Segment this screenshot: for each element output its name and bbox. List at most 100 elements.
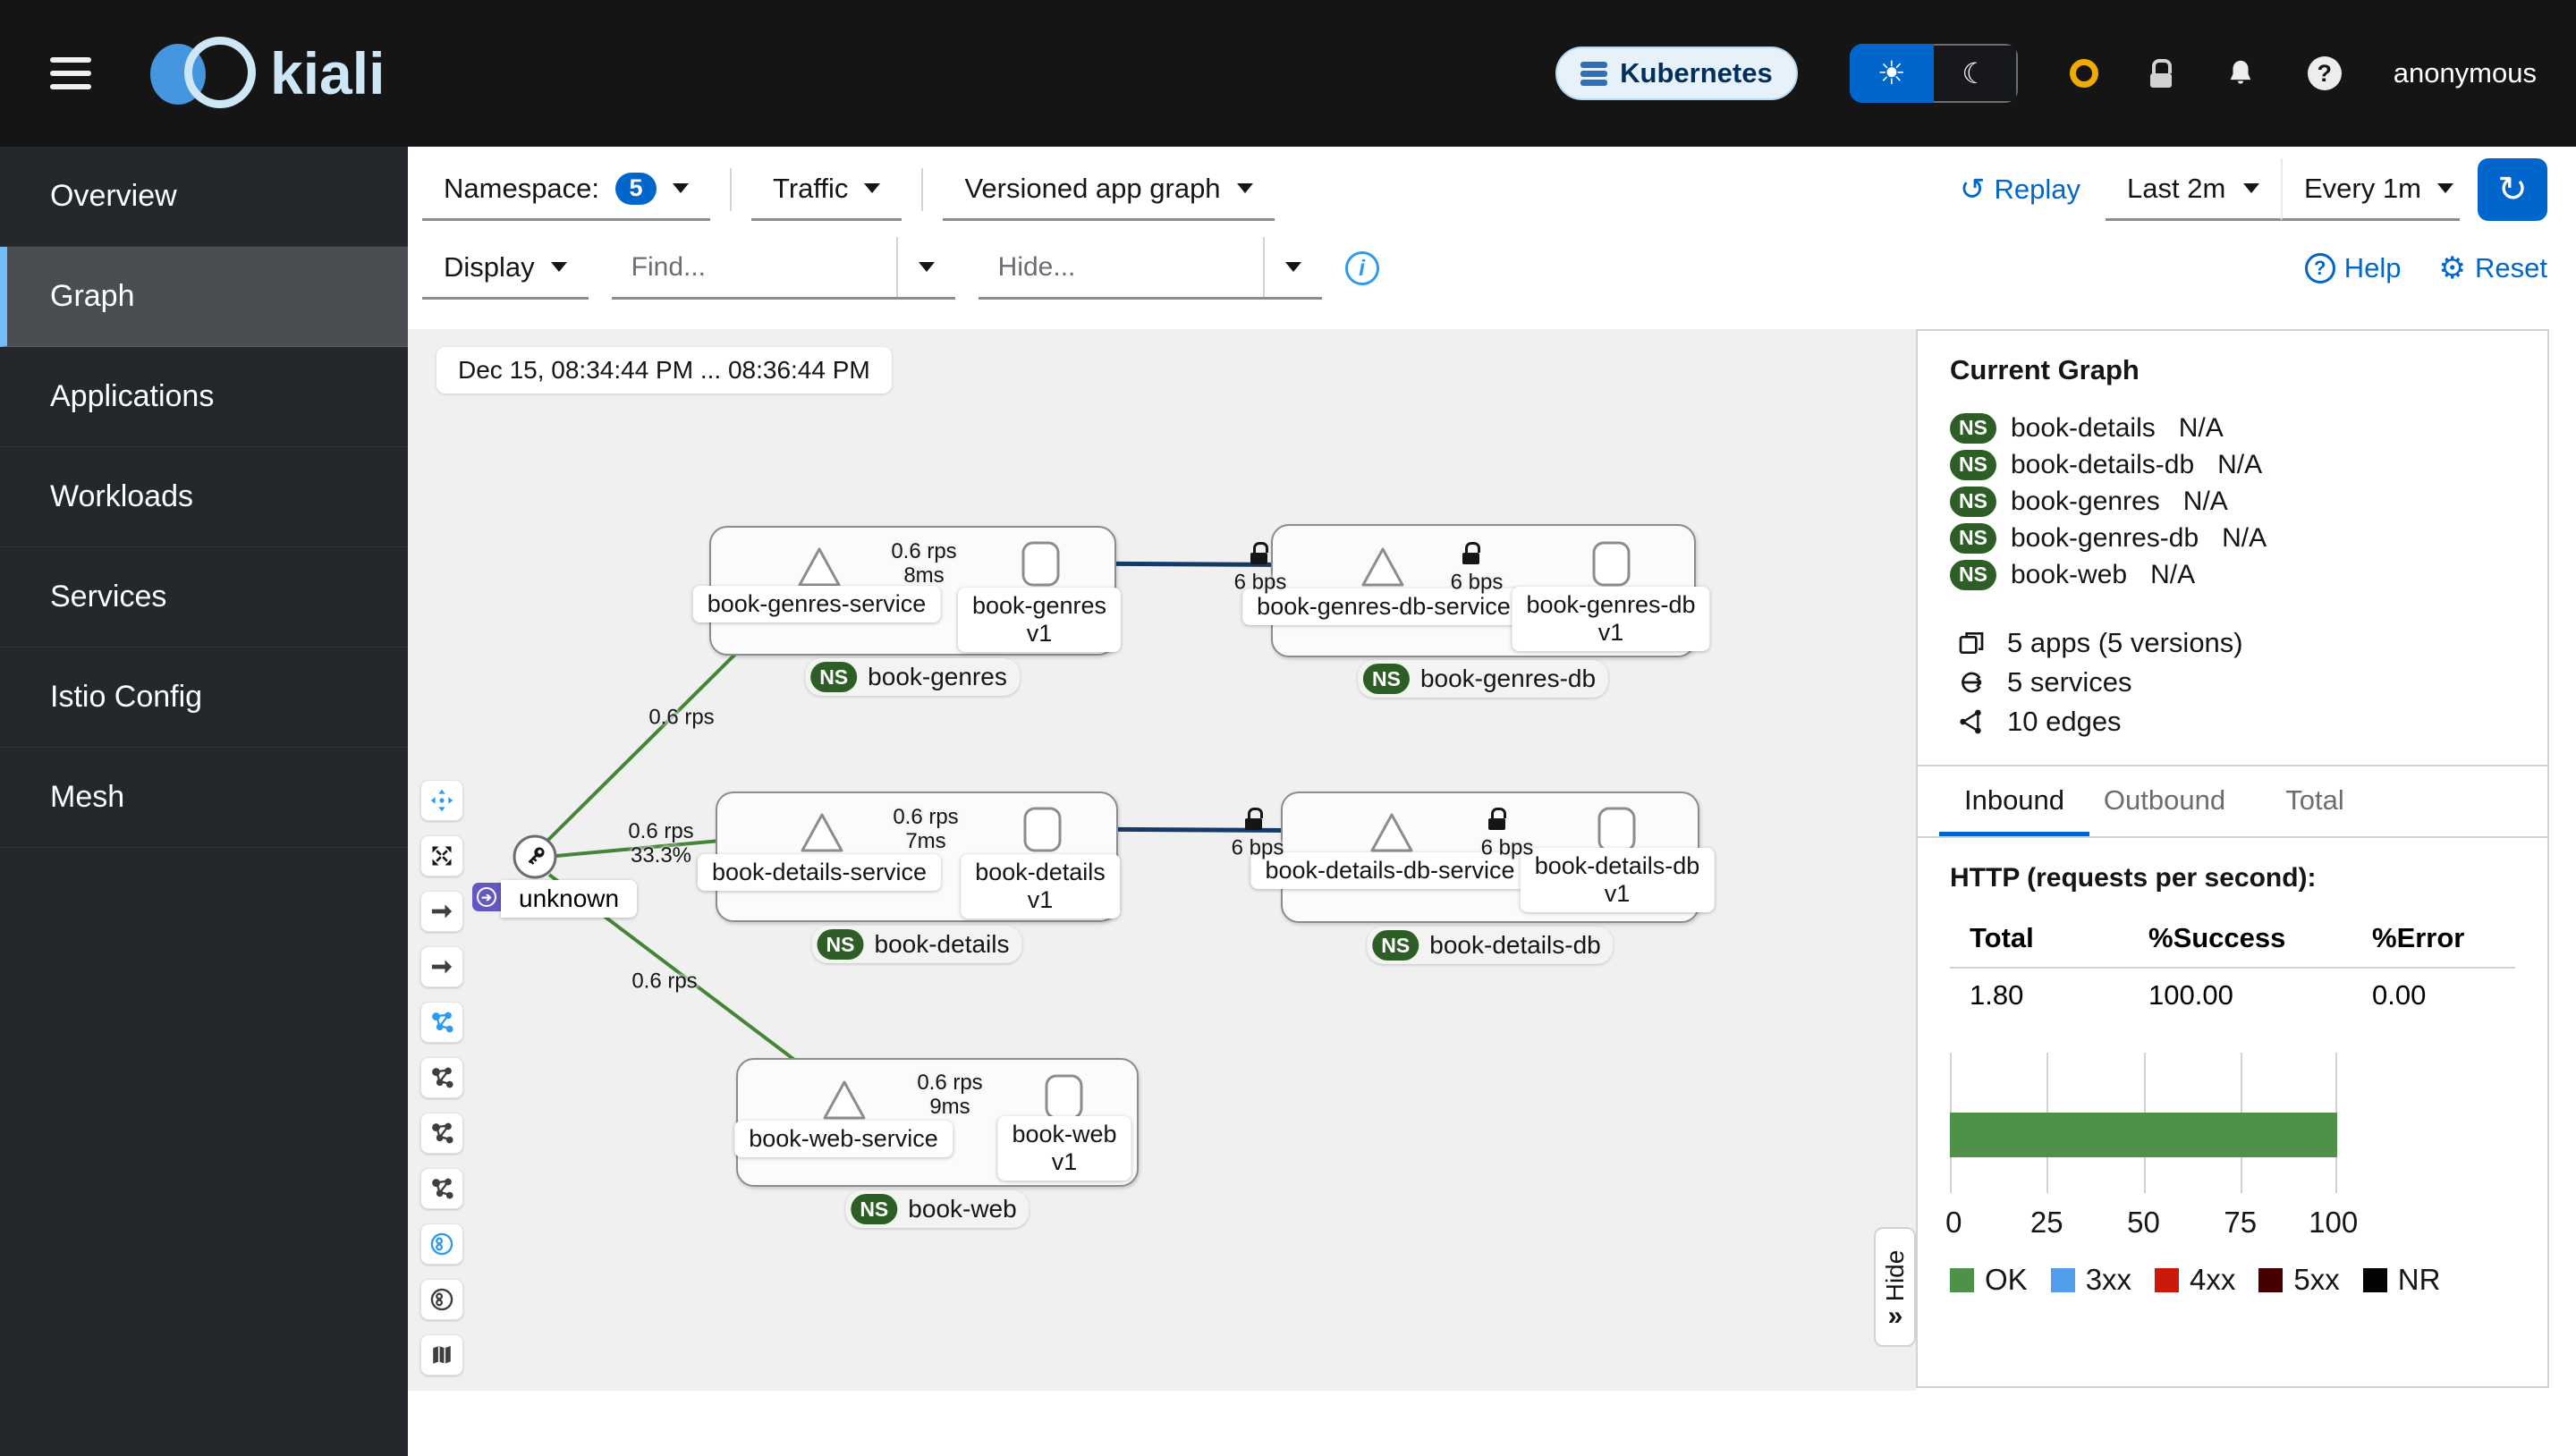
legend-nr: NR (2362, 1263, 2440, 1297)
sidebar-item-overview[interactable]: Overview (0, 147, 408, 247)
nav-toggle-hamburger-icon[interactable] (50, 57, 91, 89)
refresh-button[interactable]: ↻ (2478, 158, 2547, 221)
layout-dagre-button[interactable] (420, 1002, 463, 1043)
sidebar-item-graph[interactable]: Graph (0, 247, 408, 347)
traffic-dropdown[interactable]: Traffic (751, 158, 902, 221)
arrow-right-icon: ➔ (481, 889, 492, 904)
refresh-interval-dropdown[interactable]: Every 1m (2281, 158, 2460, 221)
masthead: kiali Kubernetes ☀ ☾ ? anonymous (0, 0, 2576, 147)
namespace-layout-button-2[interactable] (420, 1279, 463, 1320)
summary-edges: 10 edges (1950, 702, 2515, 741)
main-content: Namespace: 5 Traffic Versioned app graph… (408, 147, 2576, 1456)
panel-namespace-row: NS book-details N/A (1950, 410, 2515, 446)
find-options-button[interactable] (898, 237, 955, 297)
mtls-lock-icon (1245, 808, 1265, 830)
tab-total[interactable]: Total (2240, 768, 2390, 836)
display-dropdown[interactable]: Display (422, 237, 589, 300)
http-rps-title: HTTP (requests per second): (1950, 863, 2317, 893)
replay-button[interactable]: ↺ Replay (1960, 172, 2080, 207)
zoom-to-fit-button[interactable] (420, 835, 463, 876)
sun-icon: ☀ (1877, 55, 1906, 91)
light-theme-button[interactable]: ☀ (1849, 44, 1934, 103)
dark-theme-button[interactable]: ☾ (1933, 44, 2018, 103)
sidebar-item-istio-config[interactable]: Istio Config (0, 648, 408, 748)
col-success: %Success (2148, 922, 2286, 953)
panel-namespace-row: NS book-details-db N/A (1950, 446, 2515, 483)
edge-label: 6 bps (1450, 570, 1504, 595)
istio-status-icon[interactable] (2069, 59, 2098, 88)
tab-inbound[interactable]: Inbound (1939, 768, 2089, 836)
layout-concentric-button[interactable] (420, 1113, 463, 1154)
find-input[interactable] (611, 237, 896, 297)
reset-gear-icon: ⚙ (2438, 251, 2467, 285)
panel-namespace-row: NS book-web N/A (1950, 556, 2515, 593)
topology-icon (432, 1012, 453, 1033)
namespace-label: Namespace: (444, 172, 600, 204)
kiali-brand[interactable]: kiali (150, 37, 385, 110)
ok-bar (1950, 1113, 2337, 1157)
hide-input-group (978, 237, 1322, 300)
notifications-bell-icon[interactable] (2225, 57, 2256, 89)
reset-button[interactable]: ⚙ Reset (2439, 250, 2547, 286)
kiali-app: kiali Kubernetes ☀ ☾ ? anonymous Overvie… (0, 0, 2576, 1456)
drag-pan-button[interactable] (420, 780, 463, 821)
node-label-service[interactable]: book-web-service (734, 1121, 953, 1157)
sidebar-item-mesh[interactable]: Mesh (0, 748, 408, 848)
node-label-unknown[interactable]: unknown (501, 880, 638, 918)
node-label-workload[interactable]: book-web v1 (997, 1116, 1131, 1181)
chart-legend: OK 3xx 4xx 5xx NR (1950, 1263, 2515, 1297)
namespace-box-badge[interactable]: NS book-details (811, 926, 1022, 963)
node-label-service[interactable]: book-details-service (697, 854, 942, 891)
sidebar-nav: Overview Graph Applications Workloads Se… (0, 147, 408, 1456)
namespace-box-badge[interactable]: NS book-genres (805, 658, 1020, 696)
info-icon[interactable]: i (1344, 251, 1379, 285)
edge-mode-button-1[interactable] (420, 891, 463, 932)
edge-mode-button-2[interactable] (420, 946, 463, 987)
duration-dropdown[interactable]: Last 2m (2106, 158, 2281, 221)
node-label-workload[interactable]: book-details-db v1 (1520, 848, 1715, 912)
tab-outbound[interactable]: Outbound (2089, 768, 2240, 836)
hide-panel-button[interactable]: » Hide (1874, 1227, 1916, 1347)
chart-plot-area (1950, 1053, 2337, 1193)
legend-ok: OK (1950, 1263, 2028, 1297)
sidebar-item-services[interactable]: Services (0, 547, 408, 648)
sidebar-item-applications[interactable]: Applications (0, 347, 408, 447)
graph-canvas[interactable]: Dec 15, 08:34:44 PM ... 08:36:44 PM ➔ un… (408, 329, 1916, 1391)
find-input-group (611, 237, 955, 300)
node-label-workload[interactable]: book-genres-db v1 (1512, 587, 1710, 651)
panel-title: Current Graph (1950, 354, 2140, 385)
http-table: Total %Success %Error 1.80 100.00 0.00 (1950, 915, 2515, 1022)
help-question-icon[interactable]: ? (2307, 56, 2342, 90)
namespace-layout-button-1[interactable] (420, 1223, 463, 1265)
lock-icon[interactable] (2150, 59, 2174, 88)
namespace-dropdown[interactable]: Namespace: 5 (422, 158, 711, 221)
namespace-box-badge[interactable]: NS book-details-db (1367, 927, 1614, 964)
namespace-cluster-icon (430, 1232, 453, 1256)
ns-badge: NS (1950, 559, 1996, 590)
brand-text: kiali (270, 40, 386, 106)
graph-type-dropdown[interactable]: Versioned app graph (943, 158, 1275, 221)
edges-icon (1960, 709, 1981, 734)
namespace-box-badge[interactable]: NS book-genres-db (1357, 660, 1609, 698)
edge-label: 0.6 rps 8ms (891, 539, 957, 588)
chevron-down-icon (673, 183, 690, 193)
divider (921, 168, 924, 211)
double-chevron-icon: » (1887, 1300, 1902, 1331)
hide-options-button[interactable] (1265, 237, 1322, 297)
chevron-down-icon (550, 262, 567, 272)
node-label-workload[interactable]: book-genres v1 (957, 588, 1122, 652)
namespace-box-badge[interactable]: NS book-web (845, 1190, 1030, 1228)
help-button[interactable]: ? Help (2304, 252, 2402, 284)
chevron-down-icon (2243, 183, 2259, 193)
legend-3xx: 3xx (2050, 1263, 2131, 1297)
sidebar-item-workloads[interactable]: Workloads (0, 447, 408, 547)
edge-label: 6 bps (1233, 570, 1287, 595)
legend-button[interactable] (420, 1334, 463, 1376)
edge-label: 0.6 rps (648, 705, 715, 730)
layout-breadthfirst-button[interactable] (420, 1168, 463, 1209)
node-label-service[interactable]: book-genres-service (692, 586, 941, 622)
user-menu[interactable]: anonymous (2394, 57, 2537, 89)
hide-input[interactable] (978, 237, 1263, 297)
layout-grid-button[interactable] (420, 1057, 463, 1098)
node-label-workload[interactable]: book-details v1 (961, 854, 1120, 918)
